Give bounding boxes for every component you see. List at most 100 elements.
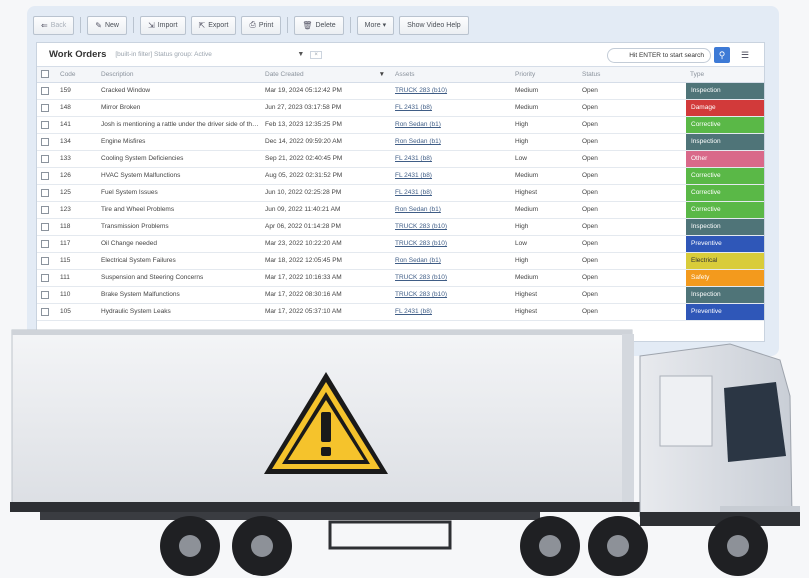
table-row[interactable]: 126 HVAC System Malfunctions Aug 05, 2022 … (37, 167, 764, 185)
delete-button[interactable]: 🗑 Delete (294, 15, 344, 35)
column-header-description[interactable]: Description (97, 67, 261, 83)
toolbar-divider (80, 17, 82, 33)
row-checkbox[interactable] (37, 82, 56, 100)
print-button[interactable]: ⎙ Print (241, 15, 282, 35)
cell-status: Open (578, 82, 686, 100)
table-row[interactable]: 111 Suspension and Steering Concerns Mar 1… (37, 269, 764, 287)
new-icon: ✎ (95, 20, 102, 30)
filter-field[interactable]: [built-in filter] Status group: Active (115, 51, 297, 58)
cell-date-created: Dec 14, 2022 09:59:20 AM (261, 133, 391, 151)
cell-asset-link[interactable]: TRUCK 283 (b10) (391, 235, 511, 253)
row-checkbox[interactable] (37, 269, 56, 287)
table-row[interactable]: 110 Brake System Malfunctions Mar 17, 2022… (37, 286, 764, 304)
row-checkbox[interactable] (37, 133, 56, 151)
cell-type: Inspection (686, 286, 764, 304)
select-all-checkbox[interactable] (37, 67, 56, 83)
column-header-priority[interactable]: Priority (511, 67, 578, 83)
cell-priority: High (511, 133, 578, 151)
column-header-type[interactable]: Type (686, 67, 764, 83)
table-row[interactable]: 141 Josh is mentioning a rattle under the… (37, 116, 764, 134)
table-row[interactable]: 148 Mirror Broken Jun 27, 2023 03:17:58 PM… (37, 99, 764, 117)
export-button[interactable]: ⇱ Export (190, 15, 237, 35)
filter-dropdown-icon[interactable]: ▼ (297, 51, 304, 58)
search-icon[interactable]: ⚲ (714, 47, 730, 63)
cell-status: Open (578, 150, 686, 168)
cell-date-created: Mar 23, 2022 10:22:20 AM (261, 235, 391, 253)
cell-asset-link[interactable]: Ron Sedan (b1) (391, 116, 511, 134)
row-checkbox[interactable] (37, 286, 56, 304)
row-checkbox[interactable] (37, 252, 56, 270)
cell-type: Electrical (686, 252, 764, 270)
cell-priority: Highest (511, 184, 578, 202)
table-row[interactable]: 118 Transmission Problems Apr 06, 2022 01:… (37, 218, 764, 236)
cell-asset-link[interactable]: Ron Sedan (b1) (391, 201, 511, 219)
row-checkbox[interactable] (37, 201, 56, 219)
cell-type: Damage (686, 99, 764, 117)
column-header-status[interactable]: Status (578, 67, 686, 83)
cell-description: Mirror Broken (97, 99, 261, 117)
cell-asset-link[interactable]: TRUCK 283 (b10) (391, 82, 511, 100)
show-video-help-button[interactable]: Show Video Help (399, 15, 469, 35)
cell-description: Cooling System Deficiencies (97, 150, 261, 168)
table-row[interactable]: 159 Cracked Window Mar 19, 2024 05:12:42 P… (37, 82, 764, 100)
table-row[interactable]: 125 Fuel System Issues Jun 10, 2022 02:25:… (37, 184, 764, 202)
row-checkbox[interactable] (37, 99, 56, 117)
table-row[interactable]: 115 Electrical System Failures Mar 18, 202… (37, 252, 764, 270)
cell-asset-link[interactable]: FL 2431 (b8) (391, 167, 511, 185)
cell-status: Open (578, 235, 686, 253)
type-badge: Corrective (686, 184, 764, 200)
column-header-date-created[interactable]: Date Created ▼ (261, 67, 391, 83)
new-button[interactable]: ✎ New (87, 15, 127, 35)
type-badge: Inspection (686, 218, 764, 234)
table-row[interactable]: 133 Cooling System Deficiencies Sep 21, 20… (37, 150, 764, 168)
print-label: Print (258, 21, 274, 29)
row-checkbox[interactable] (37, 167, 56, 185)
cell-asset-link[interactable]: TRUCK 283 (b10) (391, 286, 511, 304)
cell-status: Open (578, 286, 686, 304)
search-input[interactable]: Hit ENTER to start search (607, 48, 711, 63)
export-label: Export (208, 21, 229, 29)
cell-code: 148 (56, 99, 97, 117)
menu-icon[interactable]: ☰ (738, 48, 752, 62)
row-checkbox[interactable] (37, 116, 56, 134)
table-row[interactable]: 134 Engine Misfires Dec 14, 2022 09:59:20 … (37, 133, 764, 151)
cell-date-created: Sep 21, 2022 02:40:45 PM (261, 150, 391, 168)
cell-code: 118 (56, 218, 97, 236)
cell-description: Suspension and Steering Concerns (97, 269, 261, 287)
cell-asset-link[interactable]: FL 2431 (b8) (391, 99, 511, 117)
cell-description: Transmission Problems (97, 218, 261, 236)
cell-type: Inspection (686, 133, 764, 151)
toolbar-divider (349, 17, 351, 33)
cell-asset-link[interactable]: FL 2431 (b8) (391, 150, 511, 168)
back-button[interactable]: ⇐ Back (33, 15, 75, 35)
cell-description: Fuel System Issues (97, 184, 261, 202)
type-badge: Corrective (686, 116, 764, 132)
column-header-assets[interactable]: Assets (391, 67, 511, 83)
cell-asset-link[interactable]: Ron Sedan (b1) (391, 252, 511, 270)
filter-clear-button[interactable]: × (310, 50, 322, 59)
cell-asset-link[interactable]: Ron Sedan (b1) (391, 133, 511, 151)
cell-asset-link[interactable]: TRUCK 283 (b10) (391, 218, 511, 236)
row-checkbox[interactable] (37, 150, 56, 168)
cell-priority: Medium (511, 269, 578, 287)
row-checkbox[interactable] (37, 184, 56, 202)
cell-asset-link[interactable]: FL 2431 (b8) (391, 184, 511, 202)
cell-description: Cracked Window (97, 82, 261, 100)
toolbar: ⇐ Back ✎ New ⇲ Import ⇱ Export ⎙ Print 🗑 Delet… (33, 15, 469, 35)
cell-asset-link[interactable]: TRUCK 283 (b10) (391, 269, 511, 287)
cell-priority: Medium (511, 99, 578, 117)
cell-code: 126 (56, 167, 97, 185)
row-checkbox[interactable] (37, 235, 56, 253)
type-badge: Corrective (686, 167, 764, 183)
cell-code: 117 (56, 235, 97, 253)
cell-status: Open (578, 99, 686, 117)
table-row[interactable]: 117 Oil Change needed Mar 23, 2022 10:22:2… (37, 235, 764, 253)
more-button[interactable]: More ▾ (356, 15, 395, 35)
column-header-code[interactable]: Code (56, 67, 97, 83)
table-row[interactable]: 123 Tire and Wheel Problems Jun 09, 2022 1… (37, 201, 764, 219)
cell-description: Brake System Malfunctions (97, 286, 261, 304)
work-orders-table: Code Description Date Created ▼ Assets Pr… (37, 67, 764, 321)
import-button[interactable]: ⇲ Import (139, 15, 186, 35)
cell-type: Preventive (686, 235, 764, 253)
row-checkbox[interactable] (37, 218, 56, 236)
